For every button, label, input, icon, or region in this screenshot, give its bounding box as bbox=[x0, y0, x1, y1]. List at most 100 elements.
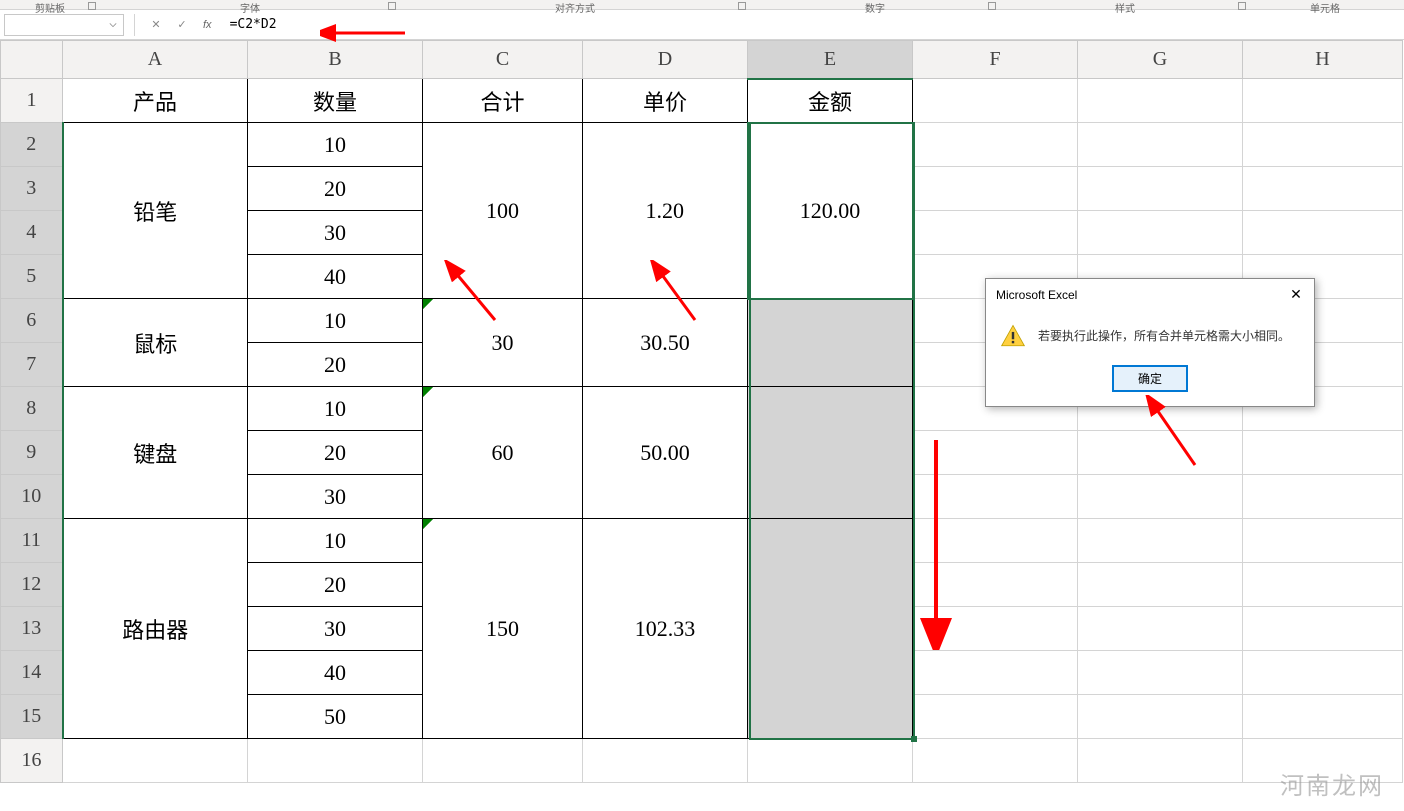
cell[interactable] bbox=[1243, 431, 1403, 475]
cell[interactable] bbox=[1078, 519, 1243, 563]
cell[interactable] bbox=[913, 607, 1078, 651]
cell-amount[interactable] bbox=[748, 299, 913, 387]
name-box[interactable] bbox=[4, 14, 124, 36]
cell[interactable] bbox=[423, 739, 583, 783]
cell[interactable] bbox=[248, 739, 423, 783]
cell[interactable] bbox=[1078, 123, 1243, 167]
ok-button[interactable]: 确定 bbox=[1112, 365, 1188, 392]
row-header[interactable]: 12 bbox=[1, 563, 63, 607]
cell-qty[interactable]: 30 bbox=[248, 607, 423, 651]
cell-price[interactable]: 102.33 bbox=[583, 519, 748, 739]
cell[interactable] bbox=[1243, 519, 1403, 563]
row-header[interactable]: 5 bbox=[1, 255, 63, 299]
cell[interactable] bbox=[1243, 563, 1403, 607]
cell[interactable] bbox=[1078, 695, 1243, 739]
cell[interactable] bbox=[1243, 79, 1403, 123]
cell-product[interactable]: 铅笔 bbox=[63, 123, 248, 299]
col-header-h[interactable]: H bbox=[1243, 41, 1403, 79]
cell[interactable] bbox=[1078, 475, 1243, 519]
row-header[interactable]: 14 bbox=[1, 651, 63, 695]
cell-d1[interactable]: 单价 bbox=[583, 79, 748, 123]
cell-qty[interactable]: 30 bbox=[248, 211, 423, 255]
cell[interactable] bbox=[913, 695, 1078, 739]
cell-price[interactable]: 50.00 bbox=[583, 387, 748, 519]
cell-qty[interactable]: 20 bbox=[248, 563, 423, 607]
row-header[interactable]: 10 bbox=[1, 475, 63, 519]
cell[interactable] bbox=[913, 431, 1078, 475]
row-header[interactable]: 11 bbox=[1, 519, 63, 563]
cell[interactable] bbox=[1078, 651, 1243, 695]
cell[interactable] bbox=[1078, 211, 1243, 255]
cell-qty[interactable]: 50 bbox=[248, 695, 423, 739]
cell-product[interactable]: 鼠标 bbox=[63, 299, 248, 387]
row-header[interactable]: 7 bbox=[1, 343, 63, 387]
cell-b1[interactable]: 数量 bbox=[248, 79, 423, 123]
cell-a1[interactable]: 产品 bbox=[63, 79, 248, 123]
cancel-formula-button[interactable]: ✕ bbox=[145, 14, 167, 36]
cell[interactable] bbox=[913, 123, 1078, 167]
cell-qty[interactable]: 10 bbox=[248, 123, 423, 167]
cell[interactable] bbox=[1078, 79, 1243, 123]
cell-price[interactable]: 1.20 bbox=[583, 123, 748, 299]
col-header-e[interactable]: E bbox=[748, 41, 913, 79]
row-header[interactable]: 9 bbox=[1, 431, 63, 475]
cell-amount-active[interactable]: 120.00 bbox=[748, 123, 913, 299]
cell-amount[interactable] bbox=[748, 387, 913, 519]
cell-qty[interactable]: 20 bbox=[248, 167, 423, 211]
cell-sum[interactable]: 100 bbox=[423, 123, 583, 299]
cell-e1[interactable]: 金额 bbox=[748, 79, 913, 123]
col-header-c[interactable]: C bbox=[423, 41, 583, 79]
cell[interactable] bbox=[1243, 651, 1403, 695]
cell[interactable] bbox=[1243, 607, 1403, 651]
formula-input[interactable] bbox=[222, 14, 1400, 36]
row-header[interactable]: 13 bbox=[1, 607, 63, 651]
cell-qty[interactable]: 20 bbox=[248, 431, 423, 475]
cell[interactable] bbox=[913, 79, 1078, 123]
cell[interactable] bbox=[913, 211, 1078, 255]
cell[interactable] bbox=[1243, 475, 1403, 519]
col-header-d[interactable]: D bbox=[583, 41, 748, 79]
cell[interactable] bbox=[63, 739, 248, 783]
cell-qty[interactable]: 40 bbox=[248, 651, 423, 695]
col-header-g[interactable]: G bbox=[1078, 41, 1243, 79]
col-header-f[interactable]: F bbox=[913, 41, 1078, 79]
cell[interactable] bbox=[1078, 431, 1243, 475]
cell[interactable] bbox=[1078, 739, 1243, 783]
cell[interactable] bbox=[748, 739, 913, 783]
fx-button[interactable]: fx bbox=[197, 19, 218, 31]
row-header[interactable]: 1 bbox=[1, 79, 63, 123]
row-header[interactable]: 16 bbox=[1, 739, 63, 783]
cell[interactable] bbox=[1243, 167, 1403, 211]
cell[interactable] bbox=[1243, 211, 1403, 255]
cell[interactable] bbox=[913, 563, 1078, 607]
cell-price[interactable]: 30.50 bbox=[583, 299, 748, 387]
cell[interactable] bbox=[913, 475, 1078, 519]
cell[interactable] bbox=[1243, 123, 1403, 167]
row-header[interactable]: 2 bbox=[1, 123, 63, 167]
cell-sum[interactable]: 150 bbox=[423, 519, 583, 739]
row-header[interactable]: 15 bbox=[1, 695, 63, 739]
accept-formula-button[interactable]: ✓ bbox=[171, 14, 193, 36]
dialog-close-button[interactable]: ✕ bbox=[1288, 287, 1304, 303]
cell-amount[interactable] bbox=[748, 519, 913, 739]
cell-qty[interactable]: 20 bbox=[248, 343, 423, 387]
col-header-a[interactable]: A bbox=[63, 41, 248, 79]
cell[interactable] bbox=[1078, 563, 1243, 607]
row-header[interactable]: 3 bbox=[1, 167, 63, 211]
cell[interactable] bbox=[913, 739, 1078, 783]
cell[interactable] bbox=[1243, 695, 1403, 739]
row-header[interactable]: 8 bbox=[1, 387, 63, 431]
cell-qty[interactable]: 10 bbox=[248, 387, 423, 431]
cell[interactable] bbox=[913, 167, 1078, 211]
select-all-corner[interactable] bbox=[1, 41, 63, 79]
spreadsheet-grid[interactable]: A B C D E F G H 1 产品 数量 合计 单价 金额 2 铅笔 10… bbox=[0, 40, 1404, 783]
cell-qty[interactable]: 30 bbox=[248, 475, 423, 519]
cell-product[interactable]: 路由器 bbox=[63, 519, 248, 739]
cell-product[interactable]: 键盘 bbox=[63, 387, 248, 519]
cell[interactable] bbox=[583, 739, 748, 783]
row-header[interactable]: 4 bbox=[1, 211, 63, 255]
cell-qty[interactable]: 40 bbox=[248, 255, 423, 299]
cell[interactable] bbox=[913, 651, 1078, 695]
cell-c1[interactable]: 合计 bbox=[423, 79, 583, 123]
col-header-b[interactable]: B bbox=[248, 41, 423, 79]
